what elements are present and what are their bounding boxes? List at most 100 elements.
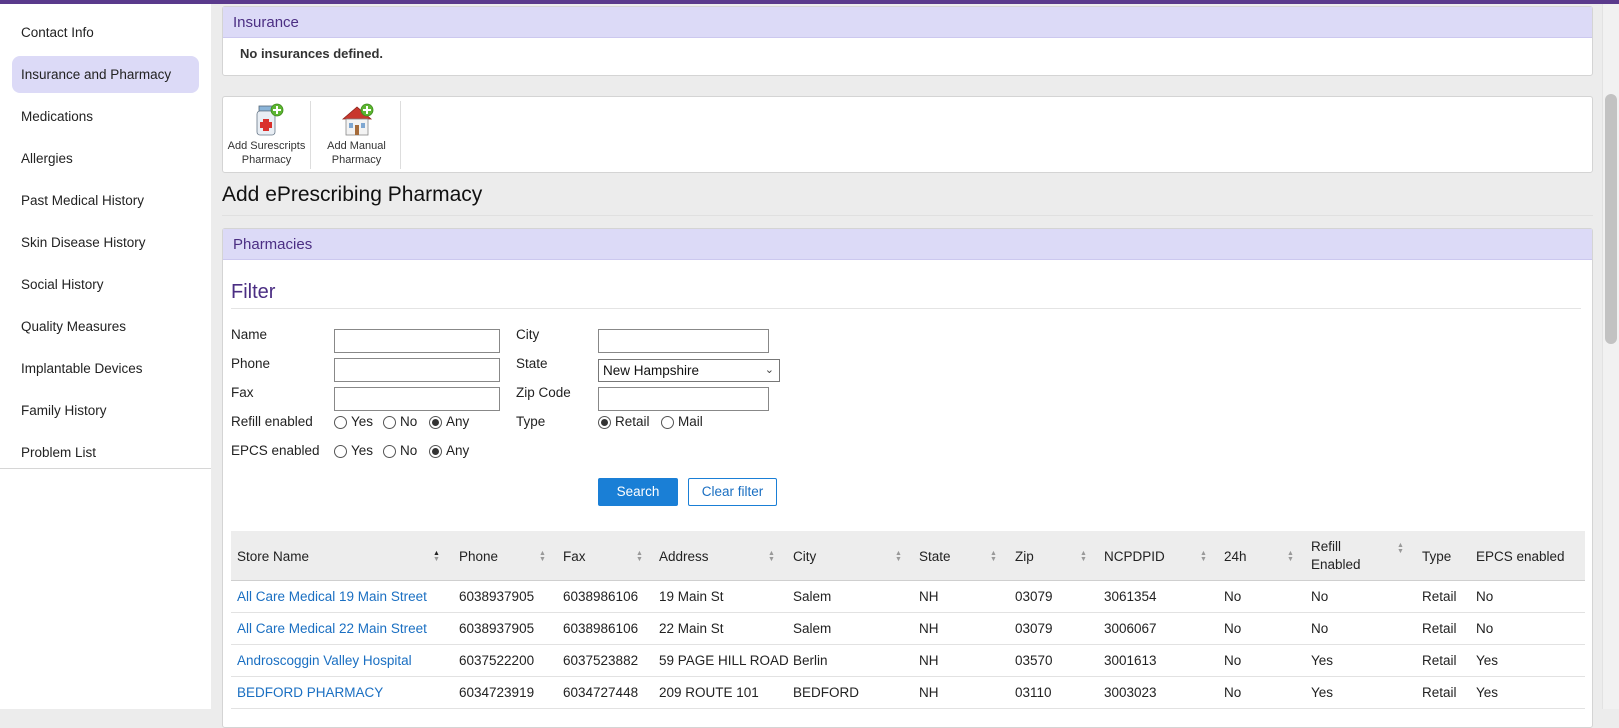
cell-fax: 6038986106	[563, 621, 639, 636]
epcs-any-radio[interactable]: Any	[429, 443, 469, 458]
sidebar-item-family-history[interactable]: Family History	[12, 392, 199, 429]
cell-address: 59 PAGE HILL ROAD	[659, 653, 789, 668]
clear-filter-button[interactable]: Clear filter	[688, 478, 777, 506]
type-label: Type	[516, 414, 546, 429]
sidebar-item-contact-info[interactable]: Contact Info	[12, 14, 199, 51]
cell-zip: 03079	[1015, 621, 1053, 636]
pharmacies-panel-title: Pharmacies	[223, 229, 1592, 260]
type-retail-label: Retail	[615, 414, 650, 429]
column-header-ncpdpid[interactable]: NCPDPID ▲ ▼	[1098, 531, 1218, 581]
filter-title: Filter	[231, 281, 1581, 309]
radio-dot-icon	[334, 416, 347, 429]
no-insurance-message: No insurances defined.	[240, 46, 384, 61]
add-manual-pharmacy-button[interactable]: Add Manual Pharmacy	[313, 101, 401, 169]
table-row: Androscoggin Valley Hospital 6037522200 60…	[231, 645, 1585, 677]
sidebar-item-insurance-and-pharmacy[interactable]: Insurance and Pharmacy	[12, 56, 199, 93]
scrollbar-thumb[interactable]	[1605, 94, 1617, 344]
sort-arrows-icon: ▲ ▼	[1080, 550, 1087, 563]
column-header-24h[interactable]: 24h ▲ ▼	[1218, 531, 1305, 581]
state-select[interactable]: New Hampshire ⌄	[598, 359, 780, 382]
cell-zip: 03079	[1015, 589, 1053, 604]
column-label-line: Refill	[1311, 539, 1342, 554]
column-header-address[interactable]: Address ▲ ▼	[653, 531, 787, 581]
epcs-yes-label: Yes	[351, 443, 374, 458]
page-scrollbar[interactable]	[1602, 4, 1619, 709]
cell-fax: 6037523882	[563, 653, 639, 668]
radio-dot-icon	[429, 416, 442, 429]
column-header-zip[interactable]: Zip ▲ ▼	[1009, 531, 1098, 581]
phone-input[interactable]	[334, 358, 500, 382]
cell-ncpdpid: 3001613	[1104, 653, 1157, 668]
fax-input[interactable]	[334, 387, 500, 411]
state-select-value: New Hampshire	[603, 363, 700, 378]
city-label: City	[516, 327, 540, 342]
sort-arrows-icon: ▲ ▼	[433, 550, 440, 563]
cell-address: 19 Main St	[659, 589, 724, 604]
cell-zip: 03110	[1015, 685, 1052, 700]
column-header-phone[interactable]: Phone ▲ ▼	[453, 531, 557, 581]
refill-no-radio[interactable]: No	[383, 414, 417, 429]
sidebar-item-past-medical-history[interactable]: Past Medical History	[12, 182, 199, 219]
radio-dot-icon	[383, 416, 396, 429]
epcs-yes-radio[interactable]: Yes	[334, 443, 373, 458]
add-surescripts-label-2: Pharmacy	[241, 154, 292, 166]
cell-type: Retail	[1422, 653, 1457, 668]
insurance-panel-title: Insurance	[223, 7, 1592, 38]
type-mail-label: Mail	[678, 414, 703, 429]
radio-dot-icon	[334, 445, 347, 458]
sidebar-item-problem-list[interactable]: Problem List	[12, 434, 199, 471]
search-button[interactable]: Search	[598, 478, 678, 506]
sort-arrows-icon: ▲ ▼	[1287, 550, 1294, 563]
sidebar-item-social-history[interactable]: Social History	[12, 266, 199, 303]
cell-type: Retail	[1422, 589, 1457, 604]
column-header-refill-enabled[interactable]: Refill Enabled ▲ ▼	[1305, 531, 1416, 581]
sort-arrows-icon: ▲ ▼	[768, 550, 775, 563]
cell-type: Retail	[1422, 685, 1457, 700]
refill-no-label: No	[400, 414, 418, 429]
column-label-line: Enabled	[1311, 557, 1361, 572]
name-label: Name	[231, 327, 268, 342]
pharmacy-name-link[interactable]: All Care Medical 19 Main Street	[231, 581, 427, 613]
add-manual-label-1: Add Manual	[327, 140, 386, 152]
sidebar-item-medications[interactable]: Medications	[12, 98, 199, 135]
sidebar: Contact Info Insurance and Pharmacy Medica…	[0, 4, 211, 709]
refill-yes-label: Yes	[351, 414, 374, 429]
column-label: Fax	[563, 548, 586, 564]
cell-refill: Yes	[1311, 685, 1334, 700]
pharmacy-name-link[interactable]: Androscoggin Valley Hospital	[231, 645, 412, 677]
cell-city: BEDFORD	[793, 685, 860, 700]
city-input[interactable]	[598, 329, 769, 353]
add-surescripts-pharmacy-button[interactable]: Add Surescripts Pharmacy	[223, 101, 311, 169]
epcs-no-label: No	[400, 443, 418, 458]
cell-state: NH	[919, 621, 939, 636]
zip-code-input[interactable]	[598, 387, 769, 411]
refill-any-radio[interactable]: Any	[429, 414, 469, 429]
sidebar-item-implantable-devices[interactable]: Implantable Devices	[12, 350, 199, 387]
cell-type: Retail	[1422, 621, 1457, 636]
column-header-state[interactable]: State ▲ ▼	[913, 531, 1009, 581]
cell-state: NH	[919, 653, 939, 668]
sidebar-item-skin-disease-history[interactable]: Skin Disease History	[12, 224, 199, 261]
cell-phone: 6037522200	[459, 653, 535, 668]
sidebar-item-allergies[interactable]: Allergies	[12, 140, 199, 177]
cell-h24: No	[1224, 653, 1242, 668]
cell-phone: 6038937905	[459, 589, 535, 604]
epcs-no-radio[interactable]: No	[383, 443, 417, 458]
pharmacy-name-link[interactable]: BEDFORD PHARMACY	[231, 677, 383, 709]
cell-address: 209 ROUTE 101	[659, 685, 759, 700]
name-input[interactable]	[334, 329, 500, 353]
cell-fax: 6034727448	[563, 685, 639, 700]
state-label: State	[516, 356, 548, 371]
refill-yes-radio[interactable]: Yes	[334, 414, 373, 429]
column-header-city[interactable]: City ▲ ▼	[787, 531, 913, 581]
sidebar-item-quality-measures[interactable]: Quality Measures	[12, 308, 199, 345]
cell-phone: 6034723919	[459, 685, 535, 700]
add-surescripts-label-1: Add Surescripts	[227, 140, 306, 152]
cell-ncpdpid: 3006067	[1104, 621, 1157, 636]
cell-epcs: No	[1476, 621, 1494, 636]
column-header-store-name[interactable]: Store Name ▲ ▼	[231, 531, 453, 581]
column-header-fax[interactable]: Fax ▲ ▼	[557, 531, 653, 581]
type-retail-radio[interactable]: Retail	[598, 414, 650, 429]
type-mail-radio[interactable]: Mail	[661, 414, 703, 429]
pharmacy-name-link[interactable]: All Care Medical 22 Main Street	[231, 613, 427, 645]
